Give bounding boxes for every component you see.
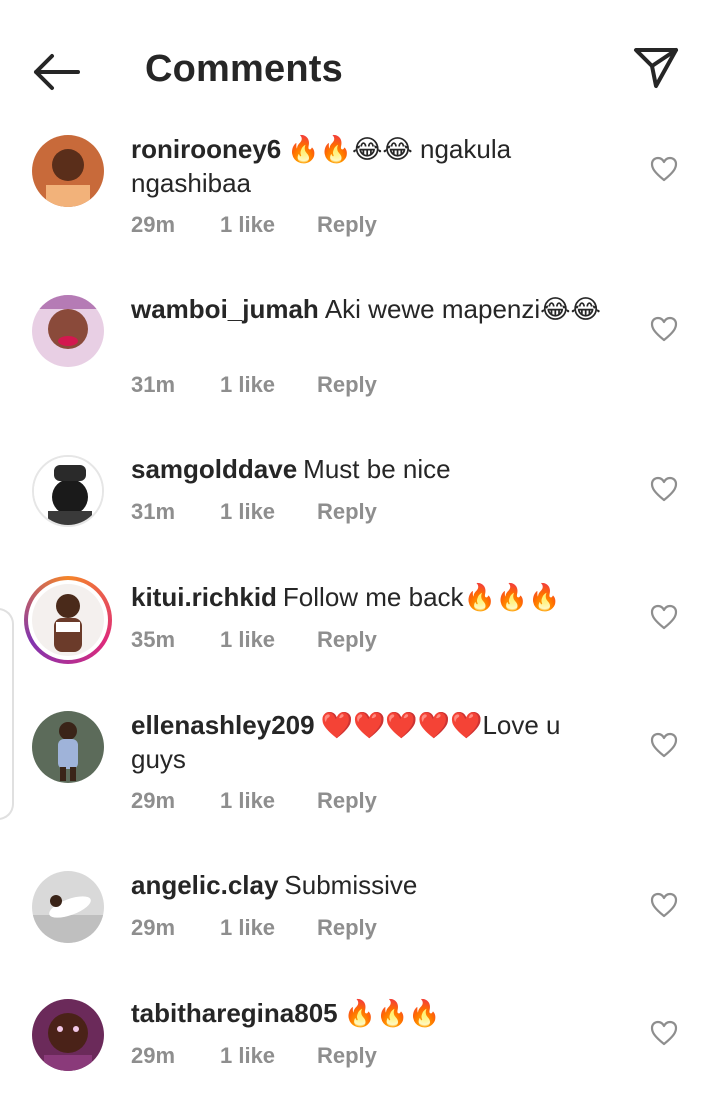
heart-icon[interactable]	[650, 1020, 678, 1046]
comment-likes[interactable]: 1 like	[220, 788, 317, 814]
comment-time: 31m	[131, 499, 176, 524]
avatar[interactable]	[32, 871, 104, 943]
comment-text: Submissive	[284, 870, 418, 900]
heart-icon[interactable]	[650, 476, 678, 502]
reply-button[interactable]: Reply	[317, 212, 377, 238]
reply-button[interactable]: Reply	[317, 1043, 377, 1069]
edge-panel-handle[interactable]	[0, 608, 14, 820]
heart-icon[interactable]	[650, 316, 678, 342]
comment-username[interactable]: ronirooney6	[131, 134, 281, 164]
comment-likes[interactable]: 1 like	[220, 627, 317, 653]
avatar[interactable]	[32, 711, 104, 783]
comment-time: 35m	[131, 627, 176, 652]
reply-button[interactable]: Reply	[317, 788, 377, 814]
comment-username[interactable]: ellenashley209	[131, 710, 315, 740]
heart-icon[interactable]	[650, 156, 678, 182]
avatar[interactable]	[32, 295, 104, 367]
comment-likes[interactable]: 1 like	[220, 372, 317, 398]
comment-username[interactable]: angelic.clay	[131, 870, 278, 900]
comments-list: ronirooney6 🔥🔥😂😂 ngakula ngashibaa 29m 1 l…	[0, 0, 720, 1108]
heart-icon[interactable]	[650, 892, 678, 918]
reply-button[interactable]: Reply	[317, 499, 377, 525]
comment-text: Follow me back🔥🔥🔥	[282, 582, 561, 612]
reply-button[interactable]: Reply	[317, 915, 377, 941]
heart-icon[interactable]	[650, 732, 678, 758]
comment-likes[interactable]: 1 like	[220, 499, 317, 525]
avatar	[32, 584, 104, 656]
comment-username[interactable]: wamboi_jumah	[131, 294, 319, 324]
comment-text: 🔥🔥🔥	[343, 998, 441, 1028]
comment-text: Aki wewe mapenzi😂😂	[324, 294, 601, 324]
avatar[interactable]	[32, 455, 104, 527]
comment-username[interactable]: kitui.richkid	[131, 582, 277, 612]
comment-likes[interactable]: 1 like	[220, 915, 317, 941]
comment-username[interactable]: tabitharegina805	[131, 998, 338, 1028]
avatar[interactable]	[32, 135, 104, 207]
avatar[interactable]	[32, 999, 104, 1071]
comment-username[interactable]: samgolddave	[131, 454, 297, 484]
comment-time: 31m	[131, 372, 176, 397]
comment-likes[interactable]: 1 like	[220, 1043, 317, 1069]
comment-time: 29m	[131, 212, 176, 237]
comment-time: 29m	[131, 788, 176, 813]
reply-button[interactable]: Reply	[317, 372, 377, 398]
comment-likes[interactable]: 1 like	[220, 212, 317, 238]
heart-icon[interactable]	[650, 604, 678, 630]
comment-time: 29m	[131, 1043, 176, 1068]
comment-text: Must be nice	[303, 454, 451, 484]
comment-time: 29m	[131, 915, 176, 940]
avatar-story-ring[interactable]	[24, 576, 112, 664]
reply-button[interactable]: Reply	[317, 627, 377, 653]
